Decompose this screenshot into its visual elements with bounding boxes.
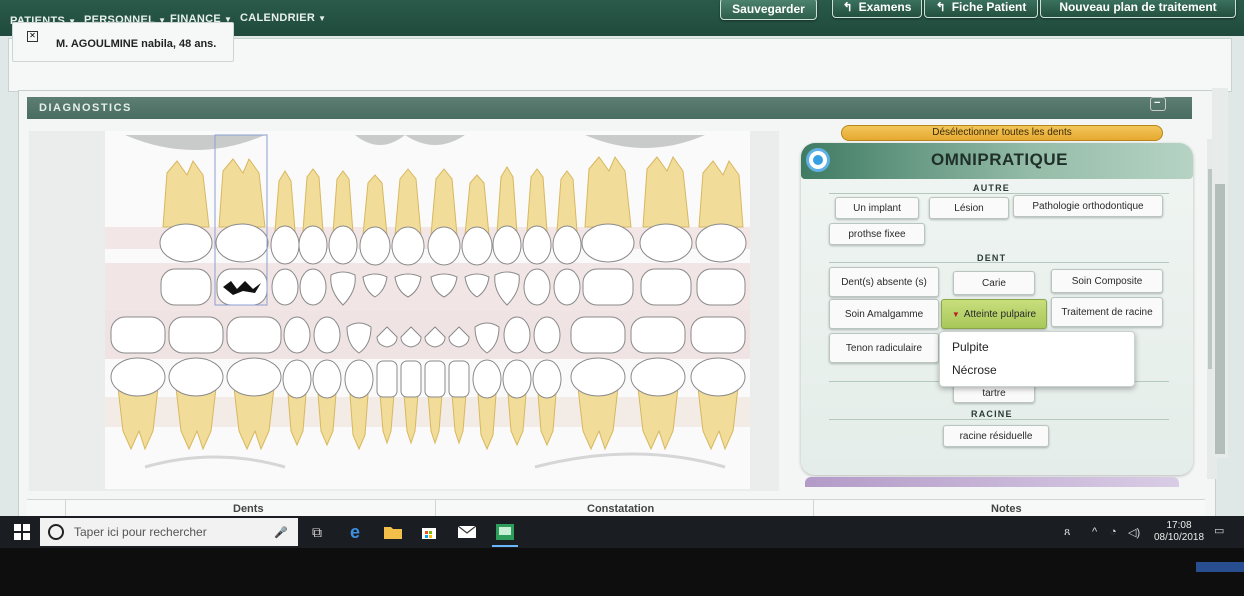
save-button[interactable]: Sauvegarder [720, 0, 817, 20]
divider [829, 262, 1169, 263]
notifications-icon[interactable]: ▭ [1214, 524, 1224, 537]
wifi-icon[interactable]: ◔ [1110, 526, 1117, 538]
monitor-bezel [0, 548, 1244, 596]
lesion-button[interactable]: Lésion [929, 197, 1009, 219]
carie-button[interactable]: Carie [953, 271, 1035, 295]
upper-crowns [159, 223, 747, 266]
mail-icon[interactable] [458, 523, 476, 541]
windows-taskbar: Taper ici pour rechercher 🎤 ⧉ e ጸ ^ ◔ ◁)… [0, 516, 1244, 548]
column-header-notes[interactable]: Notes [991, 503, 1022, 515]
examens-button[interactable]: ↰ Examens [832, 0, 922, 18]
diagnostics-title: DIAGNOSTICS [39, 102, 132, 114]
dropdown-item-necrose[interactable]: Nécrose [952, 363, 997, 377]
soin-composite-button[interactable]: Soin Composite [1051, 269, 1163, 293]
close-tab-icon[interactable]: ✕ [27, 30, 38, 42]
jaw-line [144, 455, 286, 469]
dental-chart[interactable] [105, 131, 750, 489]
radio-icon[interactable] [809, 151, 827, 169]
system-clock[interactable]: 17:08 08/10/2018 [1150, 520, 1208, 544]
omnipratique-panel: Désélectionner toutes les dents OMNIPRAT… [801, 121, 1197, 477]
app-window: PATIENTS▼ PERSONNEL▼ FINANCE▼ CALENDRIER… [0, 0, 1244, 548]
traitement-racine-button[interactable]: Traitement de racine [1051, 297, 1163, 327]
racine-residuelle-button[interactable]: racine résiduelle [943, 425, 1049, 447]
button-label: Nouveau plan de traitement [1059, 0, 1217, 14]
save-label: Sauvegarder [732, 2, 805, 16]
nouveau-plan-button[interactable]: Nouveau plan de traitement [1040, 0, 1236, 18]
column-header-constatation[interactable]: Constatation [587, 503, 654, 515]
atteinte-pulpaire-dropdown: Pulpite Nécrose [939, 331, 1135, 387]
omnipratique-title: OMNIPRATIQUE [931, 150, 1068, 169]
caret-down-icon: ▼ [318, 14, 327, 23]
prothese-fixee-button[interactable]: prothse fixee [829, 223, 925, 245]
upper-roots [162, 155, 744, 236]
un-implant-button[interactable]: Un implant [835, 197, 919, 219]
nav-item-calendrier[interactable]: CALENDRIER ▼ [240, 12, 326, 24]
dropdown-arrow-icon: ▼ [951, 309, 960, 319]
dents-absentes-button[interactable]: Dent(s) absente (s) [829, 267, 939, 297]
jaw-line [534, 452, 726, 469]
column-header-dents[interactable]: Dents [233, 503, 264, 515]
button-label: Atteinte pulpaire [963, 308, 1037, 320]
patient-tab[interactable]: ✕ M. AGOULMINE nabila, 48 ans. [12, 22, 234, 62]
jaw-shade [405, 135, 465, 145]
taskbar-search-box[interactable]: Taper ici pour rechercher 🎤 [40, 518, 298, 546]
search-placeholder: Taper ici pour rechercher [74, 525, 207, 539]
collapse-icon[interactable]: − [1150, 97, 1166, 111]
task-view-icon[interactable]: ⧉ [308, 523, 326, 541]
microphone-icon[interactable]: 🎤 [274, 526, 288, 539]
edge-browser-icon[interactable]: e [346, 522, 364, 542]
button-label: Fiche Patient [951, 0, 1027, 14]
jaw-shade [355, 135, 405, 145]
deselect-all-teeth-button[interactable]: Désélectionner toutes les dents [841, 125, 1163, 141]
patient-name: M. AGOULMINE nabila, 48 ans. [56, 38, 217, 50]
dental-chart-svg [105, 134, 750, 469]
dental-app-icon[interactable] [496, 523, 514, 541]
clock-time: 17:08 [1166, 520, 1192, 531]
people-icon[interactable]: ጸ [1064, 526, 1070, 539]
store-icon[interactable] [420, 523, 438, 541]
chevron-up-icon[interactable]: ^ [1092, 526, 1097, 538]
section-label-racine: RACINE [971, 409, 1013, 419]
back-arrow-icon: ↰ [935, 0, 946, 14]
nav-label: CALENDRIER [240, 12, 316, 24]
lower-crowns [110, 357, 746, 399]
pathologie-orthodontique-button[interactable]: Pathologie orthodontique [1013, 195, 1163, 217]
diagnostics-header: DIAGNOSTICS − [27, 97, 1192, 119]
omnipratique-header: OMNIPRATIQUE [801, 143, 1193, 179]
diagnostics-frame: DIAGNOSTICS − Désélectionner toutes les … [18, 90, 1217, 520]
dental-chart-area [29, 131, 779, 491]
volume-icon[interactable]: ◁) [1128, 526, 1140, 539]
fiche-patient-button[interactable]: ↰ Fiche Patient [924, 0, 1038, 18]
divider [829, 193, 1169, 194]
atteinte-pulpaire-button[interactable]: ▼ Atteinte pulpaire [941, 299, 1047, 329]
file-explorer-icon[interactable] [384, 523, 402, 541]
button-label: Examens [858, 0, 912, 14]
window-scrollbar[interactable] [1212, 88, 1228, 458]
tenon-radiculaire-button[interactable]: Tenon radiculaire [829, 333, 939, 363]
section-label-autre: AUTRE [973, 183, 1010, 193]
omnipratique-card: OMNIPRATIQUE AUTRE Un implant Lésion Pat… [801, 143, 1193, 475]
jaw-shade [125, 135, 265, 150]
soin-amalgamme-button[interactable]: Soin Amalgamme [829, 299, 939, 329]
clock-date: 08/10/2018 [1153, 532, 1205, 543]
active-app-indicator [492, 545, 518, 547]
scroll-thumb[interactable] [1215, 184, 1225, 454]
windows-start-icon[interactable] [14, 524, 30, 540]
back-arrow-icon: ↰ [842, 0, 853, 14]
cortana-icon [48, 524, 64, 540]
jaw-shade [585, 135, 705, 148]
next-section-bar[interactable] [805, 477, 1179, 487]
dropdown-item-pulpite[interactable]: Pulpite [952, 340, 989, 354]
bezel-reflection [1196, 562, 1244, 572]
divider [829, 419, 1169, 420]
